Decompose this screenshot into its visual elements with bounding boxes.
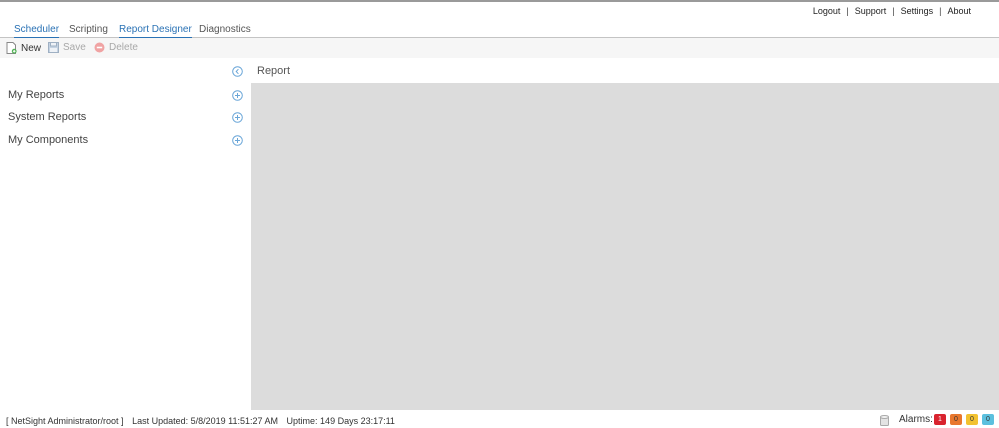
sidebar-item-system-reports[interactable]: System Reports: [8, 111, 86, 123]
left-panel: My Reports System Reports My Components: [0, 58, 250, 410]
status-text: [ NetSight Administrator/root ] Last Upd…: [6, 416, 401, 426]
status-uptime: Uptime: 149 Days 23:17:11: [286, 416, 395, 426]
add-my-reports-icon[interactable]: [232, 90, 243, 101]
new-button[interactable]: New: [6, 42, 41, 54]
collapse-panel-icon[interactable]: [232, 66, 243, 77]
delete-icon: [94, 42, 105, 53]
delete-label: Delete: [109, 42, 138, 53]
tab-diagnostics[interactable]: Diagnostics: [199, 24, 251, 37]
settings-link[interactable]: Settings: [901, 6, 934, 16]
report-title: Report: [257, 65, 291, 77]
new-label: New: [21, 42, 42, 54]
status-last-updated: Last Updated: 5/8/2019 11:51:27 AM: [132, 416, 279, 426]
header-links: Logout | Support | Settings | About: [812, 6, 971, 16]
status-bar: [ NetSight Administrator/root ] Last Upd…: [0, 410, 999, 428]
database-icon: [880, 415, 889, 426]
tab-scripting[interactable]: Scripting: [69, 24, 108, 37]
tab-scheduler[interactable]: Scheduler: [14, 24, 60, 39]
save-disk-icon: [48, 42, 59, 53]
sidebar-item-my-reports[interactable]: My Reports: [8, 89, 64, 101]
sidebar-item-my-components[interactable]: My Components: [8, 134, 88, 146]
critical-alarm-badge[interactable]: 1: [934, 414, 946, 425]
about-link[interactable]: About: [947, 6, 971, 16]
report-canvas[interactable]: [251, 83, 999, 410]
alarms-label: Alarms:: [899, 414, 933, 425]
add-my-components-icon[interactable]: [232, 135, 243, 146]
save-label: Save: [63, 42, 86, 53]
new-document-icon: [6, 42, 17, 54]
save-button[interactable]: Save: [48, 42, 86, 53]
status-user: [ NetSight Administrator/root ]: [6, 416, 124, 426]
info-alarm-badge[interactable]: 0: [982, 414, 994, 425]
toolbar: New Save Delete: [0, 38, 999, 58]
delete-button[interactable]: Delete: [94, 42, 138, 53]
tab-report-designer[interactable]: Report Designer: [119, 24, 192, 39]
minor-alarm-badge[interactable]: 0: [966, 414, 978, 425]
top-border: [0, 0, 999, 2]
major-alarm-badge[interactable]: 0: [950, 414, 962, 425]
add-system-reports-icon[interactable]: [232, 112, 243, 123]
logout-link[interactable]: Logout: [813, 6, 841, 16]
main-tabs: Scheduler Scripting Report Designer Diag…: [0, 22, 999, 39]
support-link[interactable]: Support: [855, 6, 887, 16]
